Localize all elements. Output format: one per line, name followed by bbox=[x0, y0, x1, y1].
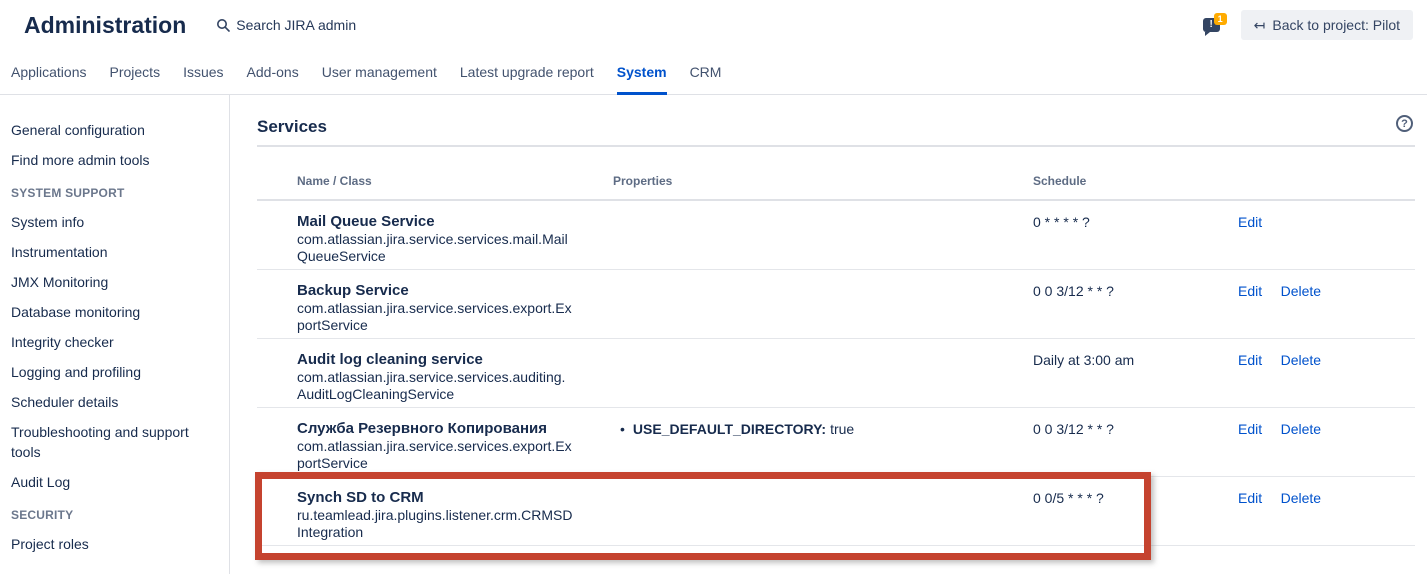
service-properties: • USE_DEFAULT_DIRECTORY:true bbox=[613, 420, 1033, 472]
table-header: Name / Class Properties Schedule bbox=[257, 174, 1415, 201]
sidebar-item-project-roles[interactable]: Project roles bbox=[11, 534, 219, 554]
search-input[interactable] bbox=[236, 17, 396, 33]
sidebar-item-instrumentation[interactable]: Instrumentation bbox=[11, 242, 219, 262]
service-schedule: 0 0 3/12 * * ? bbox=[1033, 420, 1230, 472]
edit-link[interactable]: Edit bbox=[1238, 352, 1262, 368]
delete-link[interactable]: Delete bbox=[1281, 283, 1321, 299]
edit-link[interactable]: Edit bbox=[1238, 490, 1262, 506]
property-value: true bbox=[830, 421, 854, 437]
content-area: Services ? Name / Class Properties Sched… bbox=[230, 95, 1427, 574]
sidebar-item-integrity-checker[interactable]: Integrity checker bbox=[11, 332, 219, 352]
admin-nav-tabs: Applications Projects Issues Add-ons Use… bbox=[0, 50, 1427, 95]
back-button-label: Back to project: Pilot bbox=[1272, 17, 1400, 33]
table-row: Mail Queue Service com.atlassian.jira.se… bbox=[257, 201, 1415, 270]
help-icon[interactable]: ? bbox=[1396, 115, 1413, 132]
notification-badge: 1 bbox=[1214, 13, 1227, 25]
app-header: Administration ! 1 ↤ Back to project: Pi… bbox=[0, 0, 1427, 50]
service-name: Synch SD to CRM bbox=[297, 489, 573, 507]
edit-link[interactable]: Edit bbox=[1238, 283, 1262, 299]
col-header-name-class: Name / Class bbox=[257, 174, 613, 188]
bullet-icon: • bbox=[620, 421, 625, 437]
sidebar-item-general-configuration[interactable]: General configuration bbox=[11, 120, 219, 140]
edit-link[interactable]: Edit bbox=[1238, 214, 1262, 230]
sidebar: General configuration Find more admin to… bbox=[0, 95, 230, 574]
services-table: Name / Class Properties Schedule Mail Qu… bbox=[257, 174, 1415, 546]
sidebar-item-scheduler-details[interactable]: Scheduler details bbox=[11, 392, 219, 412]
sidebar-item-system-info[interactable]: System info bbox=[11, 212, 219, 232]
table-row: Backup Service com.atlassian.jira.servic… bbox=[257, 270, 1415, 339]
jira-admin-page: Administration ! 1 ↤ Back to project: Pi… bbox=[0, 0, 1427, 575]
page-title: Administration bbox=[24, 12, 186, 39]
service-name: Audit log cleaning service bbox=[297, 351, 573, 369]
sidebar-item-database-monitoring[interactable]: Database monitoring bbox=[11, 302, 219, 322]
service-class: com.atlassian.jira.service.services.expo… bbox=[297, 438, 573, 472]
property-key: USE_DEFAULT_DIRECTORY: bbox=[633, 421, 826, 437]
back-to-project-button[interactable]: ↤ Back to project: Pilot bbox=[1241, 10, 1413, 40]
tab-issues[interactable]: Issues bbox=[183, 50, 223, 95]
table-row: Audit log cleaning service com.atlassian… bbox=[257, 339, 1415, 408]
return-arrow-icon: ↤ bbox=[1254, 18, 1266, 32]
service-schedule: Daily at 3:00 am bbox=[1033, 351, 1230, 403]
tab-add-ons[interactable]: Add-ons bbox=[247, 50, 299, 95]
service-name: Служба Резервного Копирования bbox=[297, 420, 573, 438]
service-schedule: 0 0/5 * * * ? bbox=[1033, 489, 1230, 541]
header-right: ! 1 ↤ Back to project: Pilot bbox=[1203, 10, 1413, 40]
delete-link[interactable]: Delete bbox=[1281, 421, 1321, 437]
table-row: Служба Резервного Копирования com.atlass… bbox=[257, 408, 1415, 477]
sidebar-item-jmx-monitoring[interactable]: JMX Monitoring bbox=[11, 272, 219, 292]
sidebar-item-logging-and-profiling[interactable]: Logging and profiling bbox=[11, 362, 219, 382]
sidebar-item-audit-log[interactable]: Audit Log bbox=[11, 472, 219, 492]
tab-applications[interactable]: Applications bbox=[11, 50, 87, 95]
table-row-highlighted: Synch SD to CRM ru.teamlead.jira.plugins… bbox=[257, 477, 1415, 546]
delete-link[interactable]: Delete bbox=[1281, 490, 1321, 506]
sidebar-section-system-support: SYSTEM SUPPORT bbox=[11, 186, 219, 200]
delete-link[interactable]: Delete bbox=[1281, 352, 1321, 368]
col-header-properties: Properties bbox=[613, 174, 1033, 188]
service-class: com.atlassian.jira.service.services.audi… bbox=[297, 369, 573, 403]
service-class: com.atlassian.jira.service.services.mail… bbox=[297, 231, 573, 265]
sidebar-item-find-more-admin-tools[interactable]: Find more admin tools bbox=[11, 150, 219, 170]
tab-crm[interactable]: CRM bbox=[690, 50, 722, 95]
sidebar-section-security: SECURITY bbox=[11, 508, 219, 522]
service-class: com.atlassian.jira.service.services.expo… bbox=[297, 300, 573, 334]
services-title: Services bbox=[257, 117, 1415, 147]
service-class: ru.teamlead.jira.plugins.listener.crm.CR… bbox=[297, 507, 573, 541]
service-schedule: 0 0 3/12 * * ? bbox=[1033, 282, 1230, 334]
admin-search[interactable] bbox=[216, 17, 396, 33]
service-schedule: 0 * * * * ? bbox=[1033, 213, 1230, 265]
tab-system[interactable]: System bbox=[617, 50, 667, 95]
col-header-schedule: Schedule bbox=[1033, 174, 1230, 188]
tab-projects[interactable]: Projects bbox=[110, 50, 161, 95]
notifications-icon[interactable]: ! 1 bbox=[1203, 15, 1225, 35]
tab-latest-upgrade-report[interactable]: Latest upgrade report bbox=[460, 50, 594, 95]
edit-link[interactable]: Edit bbox=[1238, 421, 1262, 437]
service-name: Backup Service bbox=[297, 282, 573, 300]
search-icon bbox=[216, 18, 230, 32]
service-name: Mail Queue Service bbox=[297, 213, 573, 231]
sidebar-item-troubleshooting[interactable]: Troubleshooting and support tools bbox=[11, 422, 219, 462]
tab-user-management[interactable]: User management bbox=[322, 50, 437, 95]
